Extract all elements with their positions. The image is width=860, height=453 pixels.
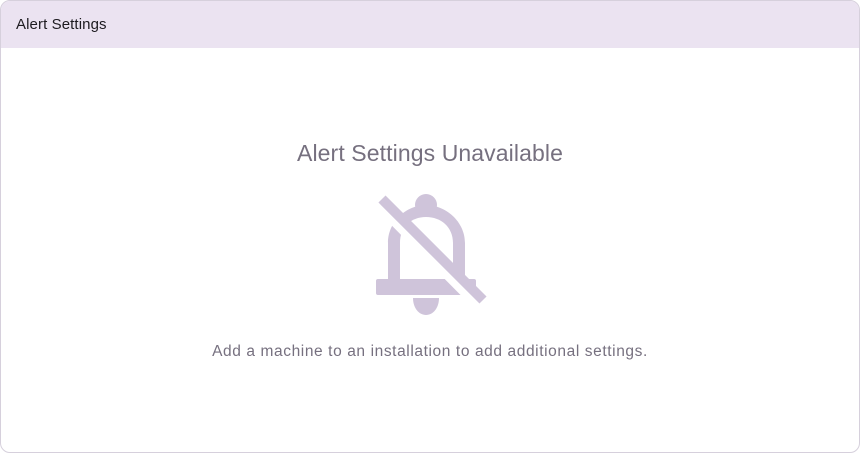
bell-off-icon — [374, 194, 487, 315]
card-title: Alert Settings — [16, 16, 107, 33]
card-header: Alert Settings — [1, 1, 859, 48]
empty-state-message: Add a machine to an installation to add … — [212, 343, 648, 360]
empty-state-title: Alert Settings Unavailable — [297, 140, 563, 166]
alert-settings-card: Alert Settings Alert Settings Unavailabl… — [0, 0, 860, 453]
empty-state: Alert Settings Unavailable Add a machine… — [1, 48, 859, 452]
